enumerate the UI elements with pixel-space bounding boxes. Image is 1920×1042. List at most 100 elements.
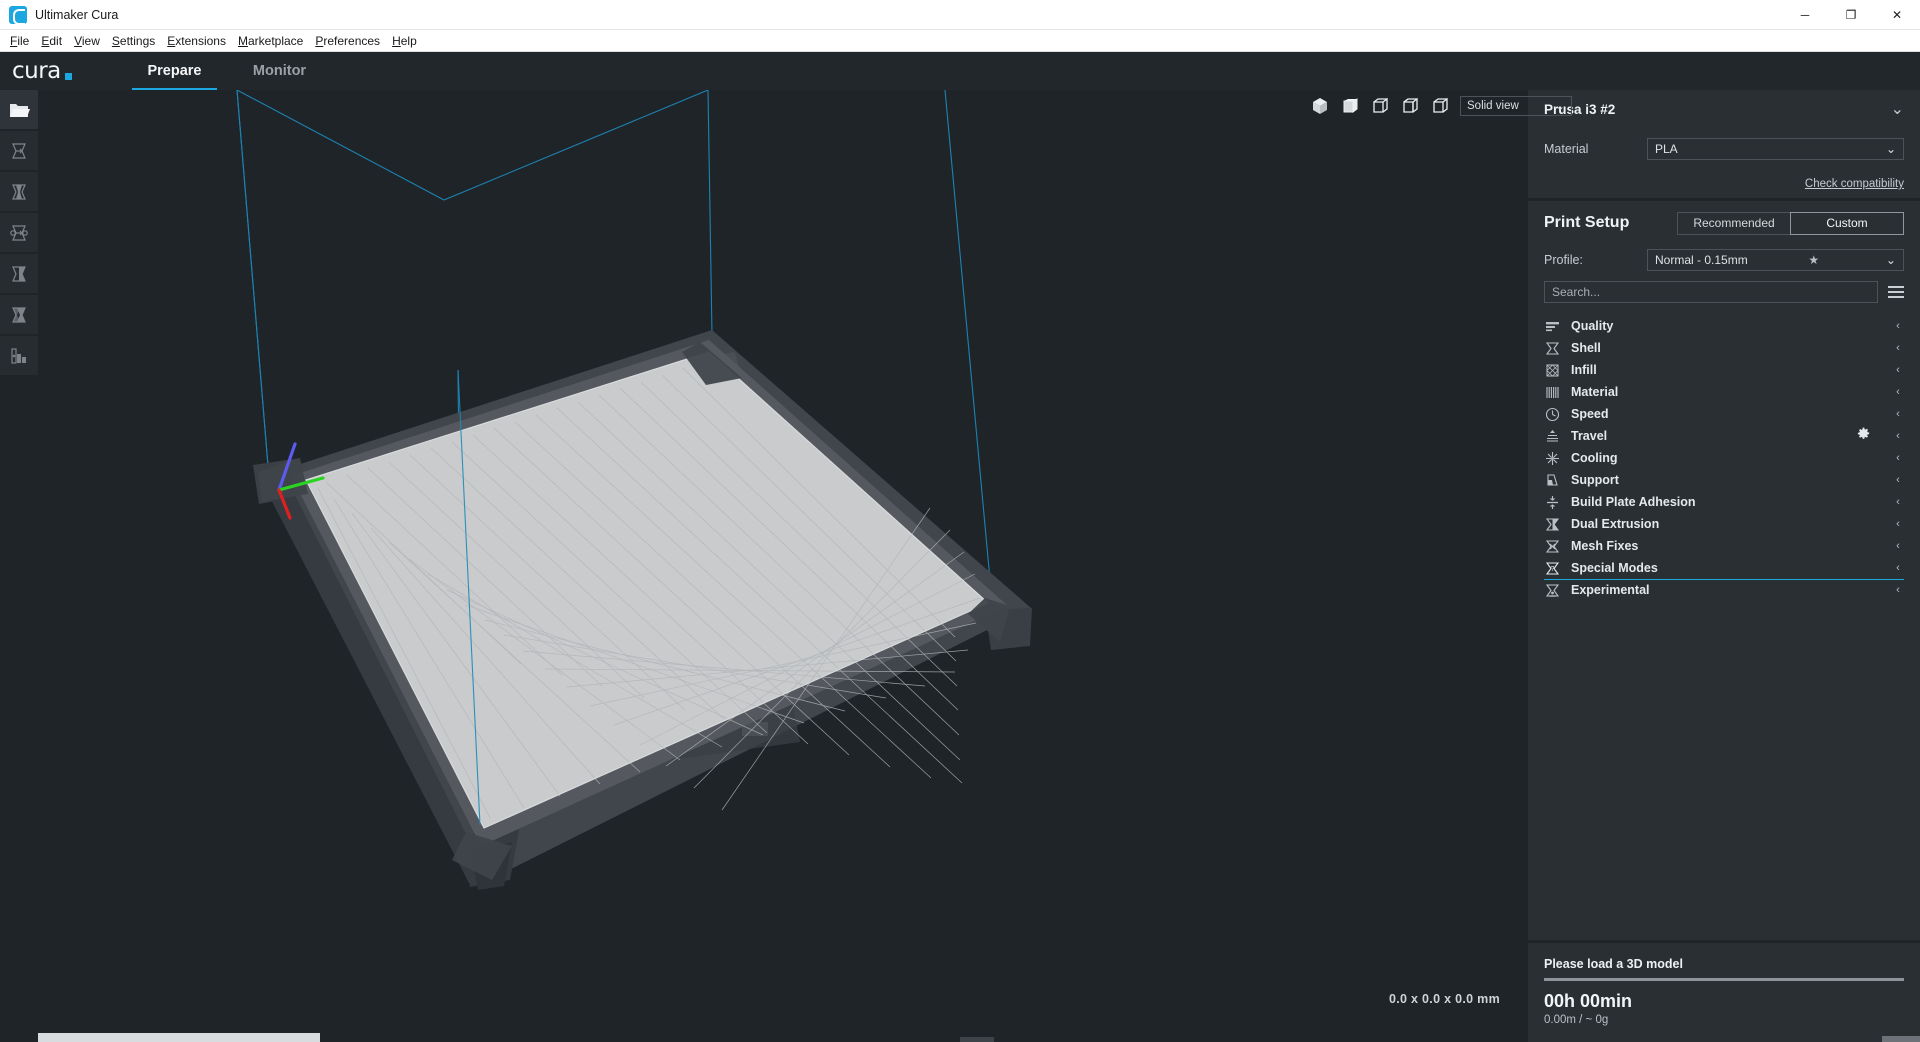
profile-select[interactable]: Normal - 0.15mm ★ ⌄ (1647, 249, 1904, 271)
rotate-tool-icon (10, 224, 28, 241)
close-button[interactable]: ✕ (1874, 0, 1920, 30)
settings-category-label: Shell (1571, 341, 1601, 355)
sidebar-scrollbar[interactable] (1882, 1036, 1920, 1042)
rotate-tool-button[interactable] (0, 213, 38, 252)
chevron-left-icon: ‹ (1896, 518, 1900, 530)
chevron-left-icon: ‹ (1896, 342, 1900, 354)
settings-category-label: Infill (1571, 363, 1597, 377)
machine-selector[interactable]: Prusa i3 #2 ⌄ (1544, 90, 1904, 128)
3d-viewport[interactable]: 0.0 x 0.0 x 0.0 mm (0, 90, 1528, 1042)
job-material-estimate: 0.00m / ~ 0g (1544, 1014, 1609, 1026)
settings-category-infill[interactable]: Infill ‹ (1544, 359, 1904, 381)
cura-topbar: cura Prepare Monitor (0, 52, 1920, 90)
move-tool-icon (12, 142, 26, 159)
mode-tab-custom[interactable]: Custom (1790, 211, 1904, 235)
menu-item-preferences[interactable]: Preferences (309, 32, 386, 50)
settings-category-shell[interactable]: Shell ‹ (1544, 337, 1904, 359)
settings-category-label: Experimental (1571, 583, 1650, 597)
print-setup-mode-tabs: Recommended Custom (1677, 211, 1904, 235)
chevron-left-icon: ‹ (1896, 540, 1900, 552)
settings-category-build-plate-adhesion[interactable]: Build Plate Adhesion ‹ (1544, 491, 1904, 513)
view-mode-value: Solid view (1467, 100, 1519, 112)
menu-item-settings[interactable]: Settings (106, 32, 161, 50)
quality-icon (1544, 318, 1561, 335)
settings-category-travel[interactable]: Travel ‹ (1544, 425, 1904, 447)
settings-search-row (1544, 275, 1904, 309)
settings-category-label: Travel (1571, 429, 1608, 443)
stage-tab-prepare[interactable]: Prepare (122, 52, 227, 90)
menubar: File Edit View Settings Extensions Marketplac… (0, 30, 1920, 52)
settings-category-special-modes[interactable]: ? Special Modes ‹ (1544, 557, 1904, 580)
svg-text:?: ? (1551, 566, 1555, 573)
menu-item-view[interactable]: View (68, 32, 106, 50)
gear-icon[interactable] (1857, 427, 1870, 445)
print-setup-header: Print Setup Recommended Custom (1544, 201, 1904, 245)
settings-category-speed[interactable]: Speed ‹ (1544, 403, 1904, 425)
settings-category-dual-extrusion[interactable]: Dual Extrusion ‹ (1544, 513, 1904, 535)
settings-category-quality[interactable]: Quality ‹ (1544, 315, 1904, 337)
settings-category-material[interactable]: Material ‹ (1544, 381, 1904, 403)
window-controls: ─ ❐ ✕ (1782, 0, 1920, 30)
menu-item-extensions[interactable]: Extensions (161, 32, 232, 50)
chevron-left-icon: ‹ (1896, 386, 1900, 398)
mode-tab-recommended[interactable]: Recommended (1677, 211, 1791, 235)
view-mode-left-icon[interactable] (1400, 96, 1420, 116)
material-row: Material PLA ⌄ (1544, 128, 1904, 170)
view-mode-3d-icon[interactable] (1310, 96, 1330, 116)
view-mode-select[interactable]: Solid view ⌄ (1460, 96, 1572, 116)
adhesion-icon (1544, 494, 1561, 511)
material-select[interactable]: PLA ⌄ (1647, 138, 1904, 160)
search-input[interactable] (1544, 281, 1878, 303)
menu-item-edit[interactable]: Edit (35, 32, 68, 50)
settings-category-label: Dual Extrusion (1571, 517, 1660, 531)
view-mode-right-icon[interactable] (1430, 96, 1450, 116)
support-icon (1544, 472, 1561, 489)
menu-item-file[interactable]: File (4, 32, 35, 50)
material-label: Material (1544, 142, 1589, 156)
print-setup-panel: Print Setup Recommended Custom Profile: N… (1528, 201, 1920, 940)
job-status-text: Please load a 3D model (1544, 957, 1683, 971)
cura-logo-text: cura (12, 58, 61, 84)
settings-category-mesh-fixes[interactable]: Mesh Fixes ‹ (1544, 535, 1904, 557)
mirror-tool-button[interactable] (0, 254, 38, 293)
open-file-icon (10, 103, 30, 117)
view-mode-front-icon[interactable] (1340, 96, 1360, 116)
move-tool-button[interactable] (0, 131, 38, 170)
cura-logo-dot (64, 72, 72, 80)
app-body: cura Prepare Monitor 0.0 x 0.0 x 0.0 mm … (0, 52, 1920, 1042)
scale-tool-button[interactable] (0, 172, 38, 211)
horizontal-scrollbar[interactable] (38, 1033, 320, 1042)
menu-item-help[interactable]: Help (386, 32, 423, 50)
infill-icon (1544, 362, 1561, 379)
window-titlebar: Ultimaker Cura ─ ❐ ✕ (0, 0, 1920, 30)
per-model-settings-button[interactable] (0, 295, 38, 334)
hamburger-menu-icon[interactable] (1888, 286, 1904, 298)
chevron-down-icon: ⌄ (1890, 101, 1904, 118)
job-progress-bar (1544, 978, 1904, 981)
settings-category-label: Build Plate Adhesion (1571, 495, 1696, 509)
settings-category-support[interactable]: Support ‹ (1544, 469, 1904, 491)
maximize-button[interactable]: ❐ (1828, 0, 1874, 30)
horizontal-scrollbar-secondary[interactable] (960, 1037, 994, 1042)
shell-icon (1544, 340, 1561, 357)
settings-category-label: Cooling (1571, 451, 1618, 465)
open-file-button[interactable] (0, 90, 38, 129)
left-toolbar (0, 90, 38, 375)
view-mode-top-icon[interactable] (1370, 96, 1390, 116)
settings-category-list: Quality ‹ Shell ‹ Infill ‹ Material ‹ Speed ‹ Trav… (1544, 315, 1904, 601)
stage-tab-monitor[interactable]: Monitor (227, 52, 332, 90)
chevron-left-icon: ‹ (1896, 320, 1900, 332)
chevron-left-icon: ‹ (1896, 408, 1900, 420)
settings-category-label: Quality (1571, 319, 1614, 333)
model-dimensions: 0.0 x 0.0 x 0.0 mm (1388, 992, 1500, 1006)
settings-category-label: Special Modes (1571, 561, 1658, 575)
chevron-down-icon: ⌄ (1555, 101, 1565, 113)
settings-category-cooling[interactable]: Cooling ‹ (1544, 447, 1904, 469)
minimize-button[interactable]: ─ (1782, 0, 1828, 30)
settings-category-label: Material (1571, 385, 1619, 399)
check-compatibility-link[interactable]: Check compatibility (1805, 178, 1904, 190)
menu-item-marketplace[interactable]: Marketplace (232, 32, 309, 50)
support-blocker-button[interactable] (0, 336, 38, 375)
chevron-left-icon: ‹ (1896, 430, 1900, 442)
settings-category-experimental[interactable]: Experimental ‹ (1544, 579, 1904, 601)
